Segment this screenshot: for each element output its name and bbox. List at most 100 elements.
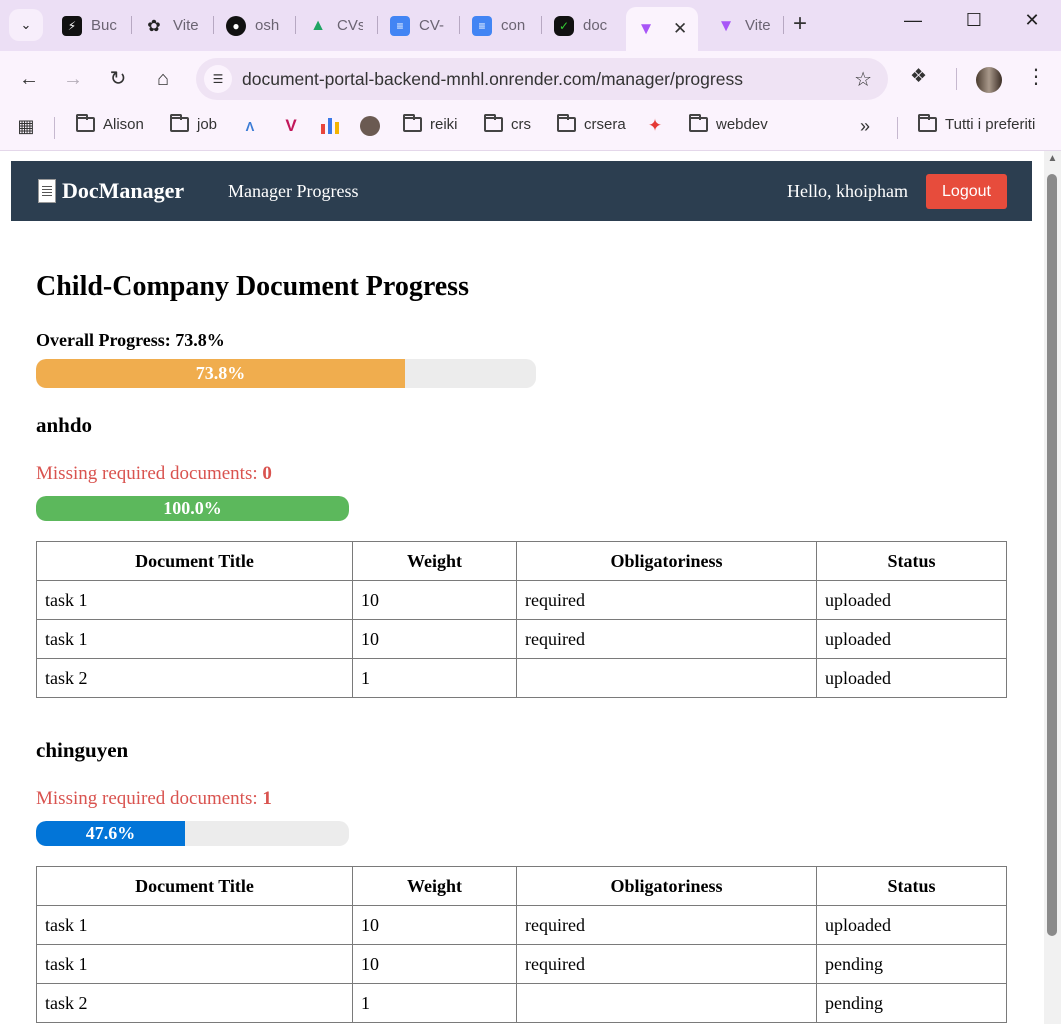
tab-title: con: [501, 17, 526, 34]
document-status: uploaded: [816, 619, 1007, 659]
back-icon[interactable]: ←: [16, 66, 42, 92]
render-icon: ✓: [554, 15, 574, 36]
bookmark-folder[interactable]: reiki: [403, 114, 458, 133]
column-header: Document Title: [36, 541, 353, 581]
bookmark-folder[interactable]: crs: [484, 114, 531, 133]
reload-icon[interactable]: ↻: [105, 66, 131, 92]
tab-strip: ⌄ ⚡ Buc ✿ Vite ● osh ▲ CVs ≡ CV- ≡ con ✓…: [0, 0, 1061, 51]
table-row: task 2 1 uploaded: [36, 658, 1007, 698]
document-obligatoriness: required: [516, 619, 817, 659]
tab[interactable]: ▲ CVs: [298, 8, 363, 43]
maximize-icon[interactable]: ☐: [954, 10, 994, 31]
tab-title: doc: [583, 17, 608, 34]
document-weight: 10: [352, 619, 517, 659]
tab[interactable]: ✓ doc: [544, 8, 609, 43]
documents-table: Document Title Weight Obligatoriness Sta…: [36, 541, 1007, 698]
scroll-up-arrow-icon[interactable]: ▲: [1044, 153, 1061, 164]
bookmark-link[interactable]: ✦: [645, 116, 665, 136]
document-title: task 2: [36, 983, 353, 1023]
document-obligatoriness: [516, 658, 817, 698]
drive-icon: ▲: [310, 16, 326, 34]
profile-avatar[interactable]: [976, 67, 1002, 93]
bookmark-link[interactable]: [360, 116, 380, 136]
tab[interactable]: ▼ Vite: [706, 8, 771, 43]
missing-documents-count: 1: [262, 788, 272, 809]
document-obligatoriness: required: [516, 944, 817, 984]
folder-icon: [403, 114, 422, 132]
all-bookmarks-folder[interactable]: Tutti i preferiti: [918, 114, 1035, 133]
document-weight: 10: [352, 580, 517, 620]
menu-icon[interactable]: ⋮: [1026, 64, 1046, 89]
document-status: pending: [816, 944, 1007, 984]
tab-title: Vite: [173, 17, 199, 34]
close-tab-icon[interactable]: ✕: [673, 19, 687, 39]
member-name: chinguyen: [36, 738, 129, 762]
minimize-icon[interactable]: —: [893, 10, 933, 31]
new-tab-button[interactable]: +: [793, 12, 807, 36]
bookmark-folder[interactable]: Alison: [76, 114, 144, 133]
address-bar[interactable]: ☰ document-portal-backend-mnhl.onrender.…: [196, 58, 888, 100]
avatar-icon: [360, 116, 380, 136]
docs-icon: ≡: [472, 15, 492, 36]
bookmark-link[interactable]: Λ: [240, 116, 260, 136]
tab[interactable]: ✿ Vite: [134, 8, 199, 43]
document-obligatoriness: required: [516, 905, 817, 945]
nav-link-manager-progress[interactable]: Manager Progress: [228, 181, 358, 202]
bookmark-link[interactable]: V: [281, 116, 301, 136]
table-row: task 1 10 required uploaded: [36, 905, 1007, 945]
logout-button[interactable]: Logout: [926, 174, 1007, 209]
tab-title: Vite: [745, 17, 771, 34]
overall-progress-text: 73.8%: [195, 363, 246, 383]
document-title: task 1: [36, 905, 353, 945]
bookmark-logo-icon: Λ: [245, 118, 255, 134]
overall-progress-bar: 73.8%: [36, 359, 536, 388]
document-weight: 1: [352, 658, 517, 698]
table-row: task 2 1 pending: [36, 983, 1007, 1023]
document-title: task 1: [36, 580, 353, 620]
document-weight: 1: [352, 983, 517, 1023]
member-progress-text: 100.0%: [163, 498, 222, 518]
bookmark-star-icon[interactable]: ☆: [854, 67, 872, 92]
more-bookmarks-icon[interactable]: »: [860, 116, 870, 137]
extensions-icon[interactable]: ❖: [910, 65, 927, 88]
bookmark-link[interactable]: [320, 116, 340, 136]
member-progress-bar: 100.0%: [36, 496, 349, 521]
tab-active[interactable]: ▼ ✕: [626, 7, 698, 51]
brand[interactable]: DocManager: [38, 178, 184, 204]
folder-icon: [689, 114, 708, 132]
vite-icon: ▼: [637, 19, 655, 38]
column-header: Weight: [352, 541, 517, 581]
site-settings-icon[interactable]: ☰: [204, 65, 232, 93]
missing-documents-label: Missing required documents: 0: [36, 463, 272, 484]
close-window-icon[interactable]: ✕: [1012, 10, 1052, 31]
tab[interactable]: ● osh: [216, 8, 281, 43]
home-icon[interactable]: ⌂: [150, 66, 176, 92]
tab-title: CV-: [419, 17, 445, 34]
member-progress-text: 47.6%: [85, 823, 136, 843]
member-progress-fill: 100.0%: [36, 496, 349, 521]
document-obligatoriness: required: [516, 580, 817, 620]
bolt-icon: ⚡: [62, 15, 82, 36]
column-header: Weight: [352, 866, 517, 906]
column-header: Document Title: [36, 866, 353, 906]
overall-progress-fill: 73.8%: [36, 359, 405, 388]
apps-icon[interactable]: ▦: [16, 116, 36, 136]
tab-search-button[interactable]: ⌄: [9, 9, 43, 41]
bookmark-folder[interactable]: job: [170, 114, 217, 133]
folder-icon: [76, 114, 95, 132]
tab[interactable]: ⚡ Buc: [52, 8, 117, 43]
table-row: task 1 10 required uploaded: [36, 580, 1007, 620]
document-status: pending: [816, 983, 1007, 1023]
bookmark-folder[interactable]: crsera: [557, 114, 626, 133]
tab[interactable]: ≡ CV-: [380, 8, 445, 43]
forward-icon[interactable]: →: [60, 66, 86, 92]
document-status: uploaded: [816, 658, 1007, 698]
user-greeting: Hello, khoipham: [787, 181, 908, 201]
url-text[interactable]: document-portal-backend-mnhl.onrender.co…: [242, 69, 743, 90]
document-weight: 10: [352, 905, 517, 945]
scrollbar-thumb[interactable]: [1047, 174, 1057, 936]
docs-icon: ≡: [390, 15, 410, 36]
bookmark-folder[interactable]: webdev: [689, 114, 768, 133]
tab[interactable]: ≡ con: [462, 8, 527, 43]
column-header: Status: [816, 866, 1007, 906]
